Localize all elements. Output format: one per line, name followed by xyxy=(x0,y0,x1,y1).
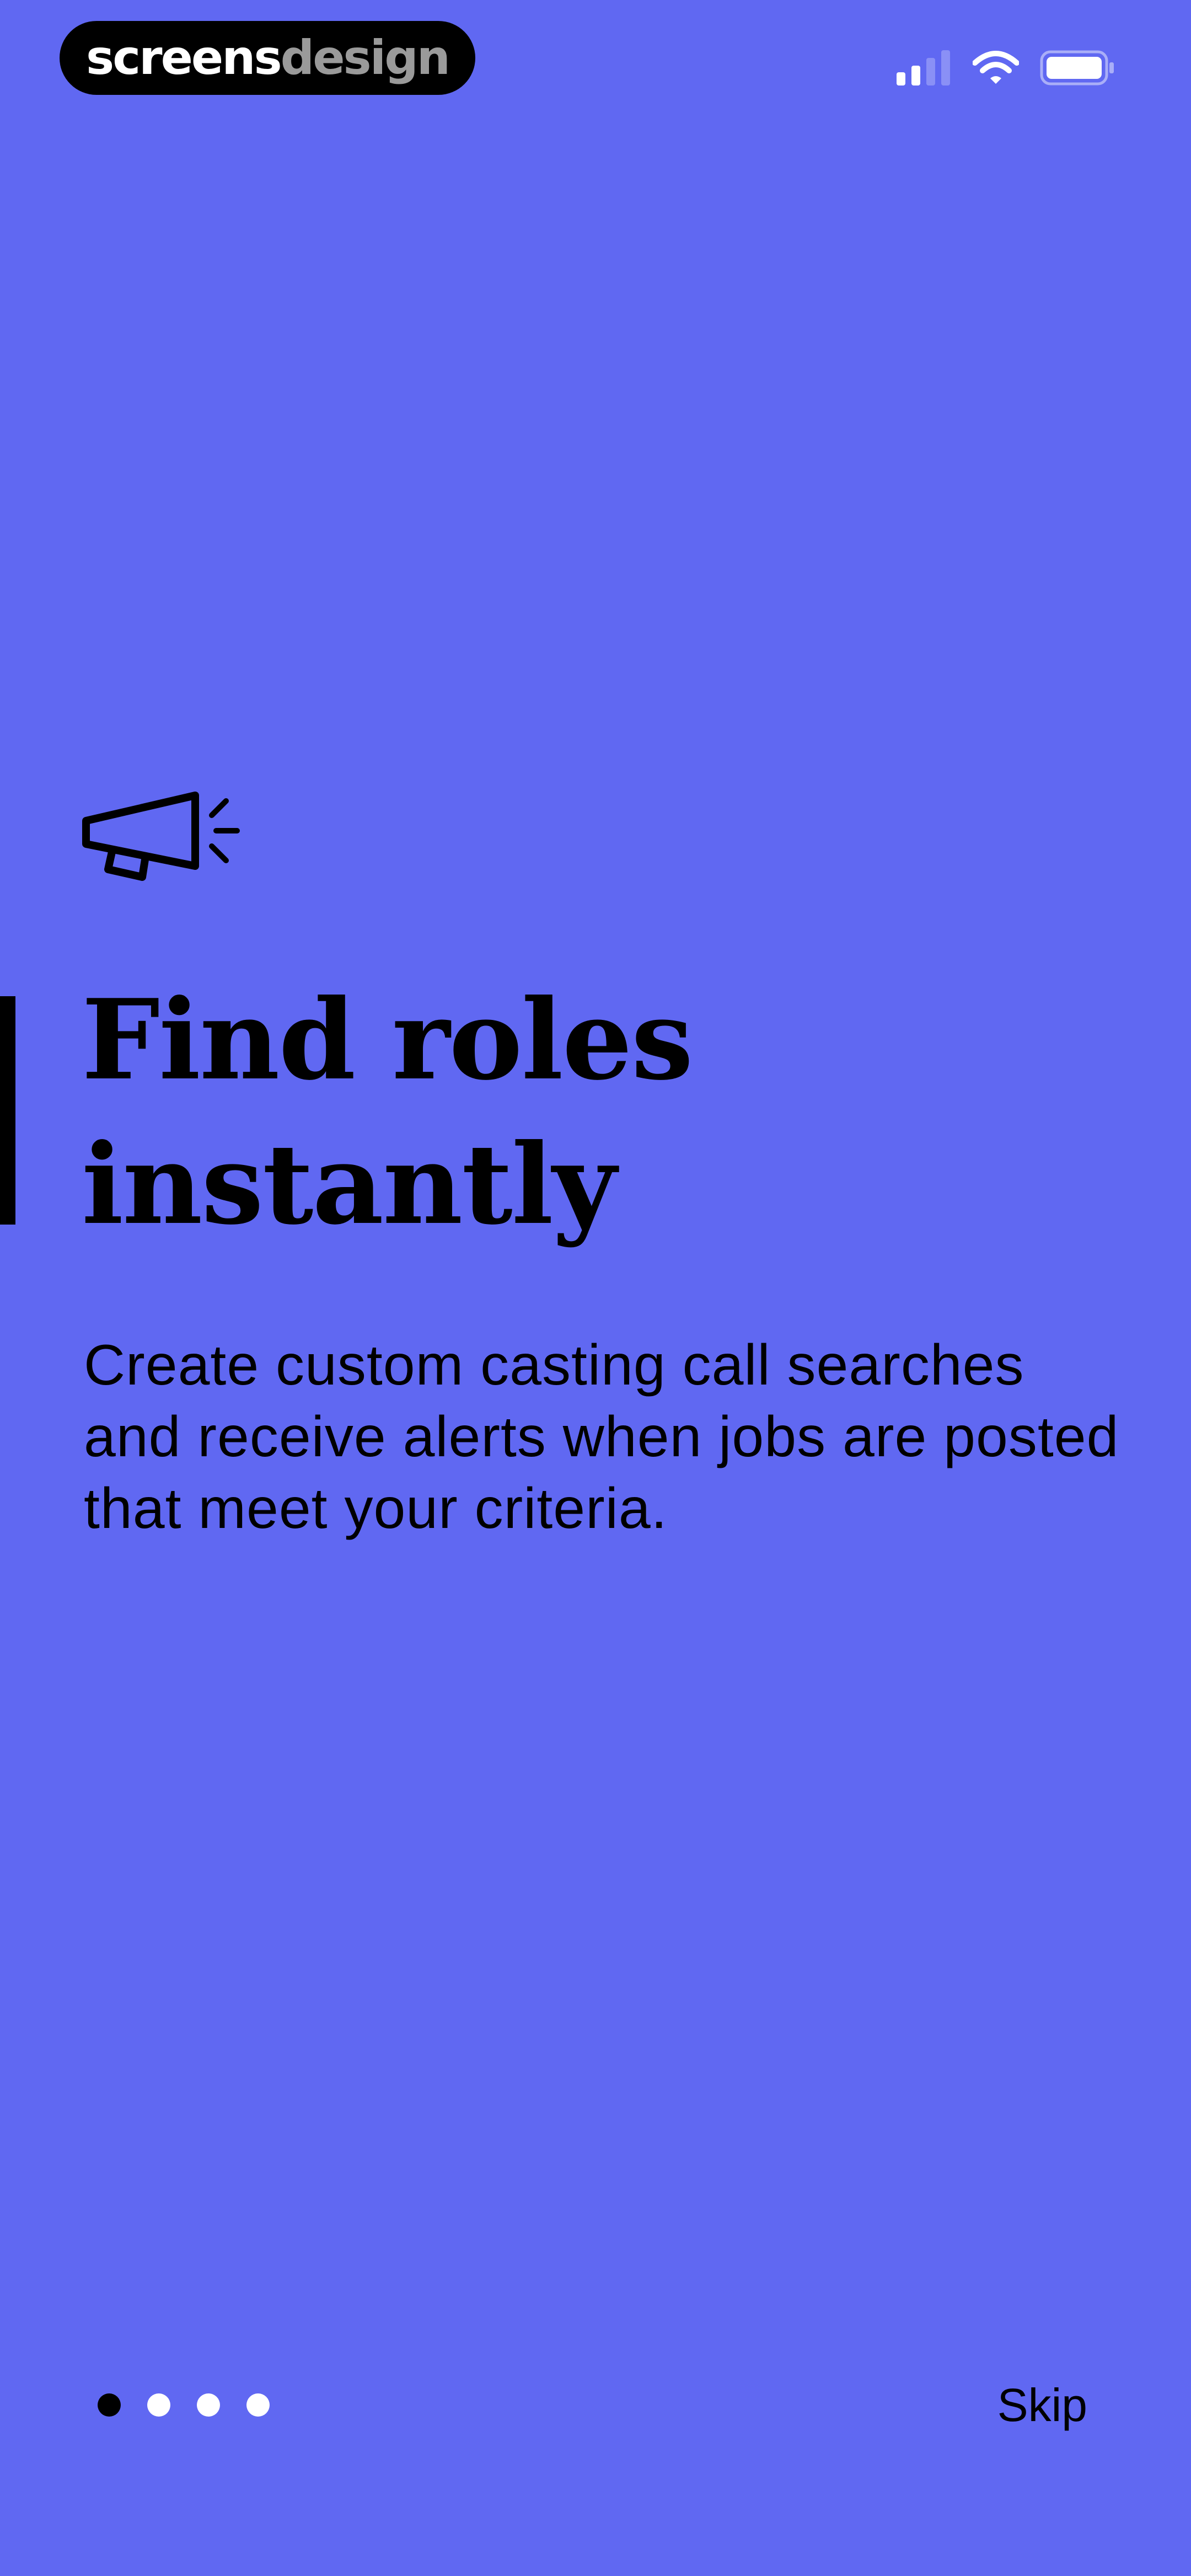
onboarding-title: Find roles instantly xyxy=(82,968,693,1257)
battery-icon xyxy=(1040,50,1115,85)
cellular-signal-icon xyxy=(897,50,952,85)
onboarding-screen: screens design Find roles instantly Crea… xyxy=(0,0,1191,2576)
megaphone-icon xyxy=(82,789,247,883)
wifi-icon xyxy=(973,51,1019,85)
title-line-1: Find roles xyxy=(82,975,693,1105)
page-dot-1[interactable] xyxy=(98,2393,121,2417)
watermark-part1: screens xyxy=(86,30,282,85)
screensdesign-watermark: screens design xyxy=(60,21,475,95)
onboarding-description: Create custom casting call searches and … xyxy=(84,1333,1119,1541)
page-indicator xyxy=(98,2393,270,2417)
title-line-2: instantly xyxy=(82,1120,616,1249)
status-bar-icons xyxy=(897,49,1115,87)
page-dot-3[interactable] xyxy=(197,2393,220,2417)
page-dot-2[interactable] xyxy=(147,2393,170,2417)
watermark-part2: design xyxy=(280,30,450,85)
page-dot-4[interactable] xyxy=(246,2393,270,2417)
left-accent-bar xyxy=(0,996,15,1225)
skip-button[interactable]: Skip xyxy=(997,2373,1087,2437)
